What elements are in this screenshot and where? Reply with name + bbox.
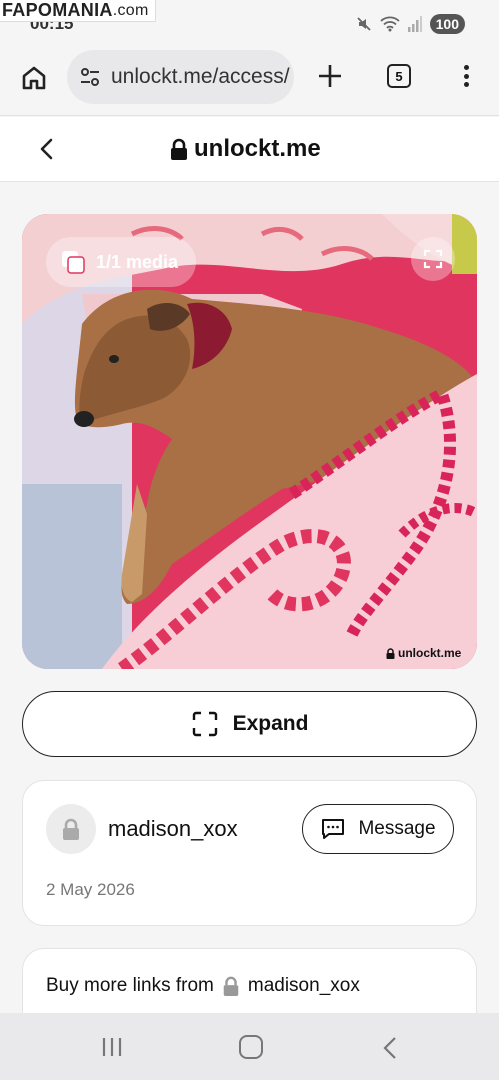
media-count-label: 1/1 media — [96, 251, 179, 272]
buy-more-label: Buy more links from — [46, 975, 214, 996]
status-icons: 100 — [356, 14, 465, 34]
media-count-badge: 1/1 media — [46, 237, 197, 287]
media-watermark-text: unlockt.me — [398, 646, 462, 660]
recents-icon[interactable] — [101, 1035, 123, 1059]
tune-icon[interactable] — [79, 66, 101, 88]
creator-card: madison_xox Message 2 May 2026 — [22, 780, 477, 926]
nav-home-icon[interactable] — [239, 1035, 263, 1059]
message-label: Message — [358, 818, 436, 839]
lock-icon — [171, 138, 187, 160]
url-text: unlockt.me/access/ — [111, 65, 290, 88]
site-watermark: FAPOMANIA .com — [0, 0, 156, 22]
browser-toolbar: unlockt.me/access/ 5 — [0, 48, 499, 116]
address-bar[interactable]: unlockt.me/access/ — [67, 50, 294, 104]
more-vert-icon[interactable] — [456, 62, 476, 90]
plus-icon[interactable] — [316, 62, 344, 90]
system-nav-bar — [0, 1013, 499, 1080]
avatar[interactable] — [46, 804, 96, 854]
expand-label: Expand — [232, 712, 309, 735]
creator-username[interactable]: madison_xox — [108, 816, 238, 842]
brand-name: unlockt.me — [194, 135, 321, 162]
post-date: 2 May 2026 — [46, 880, 135, 899]
wifi-icon — [380, 16, 400, 32]
fullscreen-icon — [423, 249, 443, 269]
brand-logo[interactable]: unlockt.me — [170, 135, 321, 163]
expand-icon — [192, 711, 217, 737]
nav-back-icon[interactable] — [381, 1035, 399, 1061]
watermark-tld: .com — [112, 1, 149, 19]
chevron-left-icon[interactable] — [36, 136, 58, 162]
signal-icon — [407, 16, 422, 32]
message-button[interactable]: Message — [302, 804, 454, 854]
status-bar: 00:15 FAPOMANIA .com 100 — [0, 0, 499, 48]
fullscreen-button[interactable] — [411, 237, 455, 281]
lock-icon — [223, 976, 239, 996]
mute-icon — [357, 17, 371, 31]
watermark-main: FAPOMANIA — [2, 0, 113, 20]
media-watermark: unlockt.me — [386, 646, 461, 660]
expand-button[interactable]: Expand — [22, 691, 477, 757]
buy-more-username[interactable]: madison_xox — [248, 975, 360, 997]
lock-icon — [386, 647, 395, 659]
home-icon[interactable] — [20, 64, 48, 92]
media-stack-icon — [62, 251, 85, 274]
battery-indicator: 100 — [429, 14, 465, 34]
media-viewer[interactable]: 1/1 media unlockt.me — [22, 214, 477, 669]
lock-icon — [63, 818, 79, 840]
tab-switcher-button[interactable]: 5 — [387, 64, 411, 88]
chat-bubble-icon — [322, 819, 345, 839]
buy-more-row: Buy more links from madison_xox — [46, 975, 360, 997]
site-header: unlockt.me — [0, 117, 499, 182]
